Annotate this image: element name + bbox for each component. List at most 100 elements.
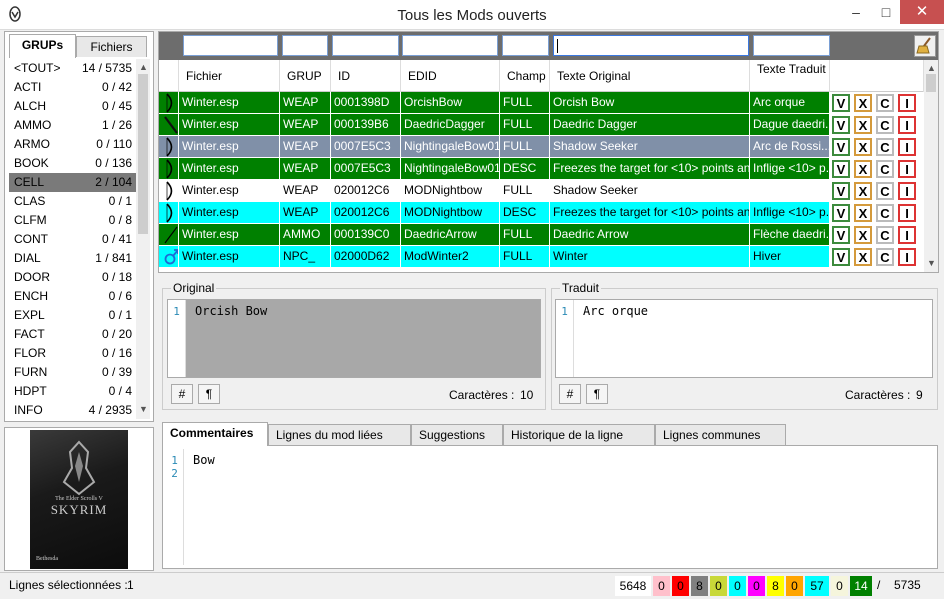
tab-suggestions[interactable]: Suggestions (411, 424, 503, 446)
filter-edid-input[interactable] (402, 35, 498, 56)
column-header[interactable]: EDID (401, 60, 500, 92)
table-row[interactable]: Winter.esp WEAP 0007E5C3 NightingaleBow01 FU… (159, 136, 924, 158)
reject-button[interactable]: X (854, 204, 872, 222)
grup-item[interactable]: ACTI 0 / 42 (9, 78, 136, 97)
copy-button[interactable]: C (876, 138, 894, 156)
tab-lignes-communes[interactable]: Lignes communes (655, 424, 786, 446)
grup-item[interactable]: HDPT 0 / 4 (9, 382, 136, 401)
ignore-button[interactable]: I (898, 204, 916, 222)
grup-item[interactable]: CELL 2 / 104 (9, 173, 136, 192)
grup-list-scrollbar[interactable]: ▲ ▼ (136, 59, 150, 419)
column-header[interactable]: Texte Traduit (750, 60, 830, 92)
tab-fichiers[interactable]: Fichiers (76, 36, 147, 57)
scroll-thumb[interactable] (138, 74, 148, 234)
scroll-up-icon[interactable]: ▲ (139, 62, 148, 72)
grup-item[interactable]: BOOK 0 / 136 (9, 154, 136, 173)
reject-button[interactable]: X (854, 226, 872, 244)
grup-item[interactable]: CONT 0 / 41 (9, 230, 136, 249)
validate-button[interactable]: V (832, 248, 850, 266)
grup-item[interactable]: AMMO 1 / 26 (9, 116, 136, 135)
grup-item[interactable]: DIAL 1 / 841 (9, 249, 136, 268)
grup-item[interactable]: FURN 0 / 39 (9, 363, 136, 382)
table-row[interactable]: Winter.esp WEAP 020012C6 MODNightbow FULL Sha… (159, 180, 924, 202)
copy-button[interactable]: C (876, 182, 894, 200)
traduit-editor[interactable]: 1 Arc orque (555, 299, 933, 378)
reject-button[interactable]: X (854, 182, 872, 200)
scroll-down-icon[interactable]: ▼ (139, 404, 148, 414)
column-header[interactable]: Fichier (179, 60, 280, 92)
ignore-button[interactable]: I (898, 94, 916, 112)
grup-item[interactable]: ARMO 0 / 110 (9, 135, 136, 154)
scroll-up-icon[interactable]: ▲ (927, 63, 936, 73)
traduit-hash-button[interactable]: # (559, 384, 581, 404)
table-row[interactable]: Winter.esp WEAP 0007E5C3 NightingaleBow01 DE… (159, 158, 924, 180)
column-header[interactable]: Texte Original (550, 60, 750, 92)
validate-button[interactable]: V (832, 138, 850, 156)
copy-button[interactable]: C (876, 160, 894, 178)
grid-scrollbar[interactable]: ▲ ▼ (924, 60, 938, 272)
clear-filters-button[interactable] (914, 35, 936, 57)
original-editor[interactable]: 1 Orcish Bow (167, 299, 541, 378)
grup-item[interactable]: CLAS 0 / 1 (9, 192, 136, 211)
tab-lignes-mod-liees[interactable]: Lignes du mod liées (268, 424, 411, 446)
grup-item[interactable]: FLOR 0 / 16 (9, 344, 136, 363)
grup-item[interactable]: CLFM 0 / 8 (9, 211, 136, 230)
grup-item[interactable]: EXPL 0 / 1 (9, 306, 136, 325)
table-row[interactable]: Winter.esp WEAP 000139B6 DaedricDagger FULL D… (159, 114, 924, 136)
ignore-button[interactable]: I (898, 182, 916, 200)
reject-button[interactable]: X (854, 94, 872, 112)
original-hash-button[interactable]: # (171, 384, 193, 404)
reject-button[interactable]: X (854, 116, 872, 134)
minimize-button[interactable]: – (842, 0, 870, 24)
reject-button[interactable]: X (854, 138, 872, 156)
scroll-thumb[interactable] (926, 74, 936, 92)
tab-commentaires[interactable]: Commentaires (162, 422, 268, 446)
grup-item[interactable]: FACT 0 / 20 (9, 325, 136, 344)
scroll-down-icon[interactable]: ▼ (927, 258, 936, 268)
tab-historique[interactable]: Historique de la ligne (503, 424, 655, 446)
cell-id: 000139C0 (331, 224, 401, 246)
filter-fichier-input[interactable] (183, 35, 278, 56)
filter-champ-input[interactable] (502, 35, 549, 56)
column-header[interactable]: GRUP (280, 60, 331, 92)
column-header[interactable]: ID (331, 60, 401, 92)
reject-button[interactable]: X (854, 160, 872, 178)
grup-item[interactable]: INFO 4 / 2935 (9, 401, 136, 419)
column-header[interactable]: Champ (500, 60, 550, 92)
maximize-button[interactable]: □ (872, 0, 900, 24)
validate-button[interactable]: V (832, 204, 850, 222)
ignore-button[interactable]: I (898, 116, 916, 134)
tab-grups[interactable]: GRUPs (9, 34, 76, 58)
comment-editor[interactable]: 12 Bow (166, 449, 934, 565)
copy-button[interactable]: C (876, 94, 894, 112)
grup-item[interactable]: ENCH 0 / 6 (9, 287, 136, 306)
validate-button[interactable]: V (832, 182, 850, 200)
filter-id-input[interactable] (332, 35, 399, 56)
copy-button[interactable]: C (876, 226, 894, 244)
validate-button[interactable]: V (832, 94, 850, 112)
table-row[interactable]: Winter.esp NPC_ 02000D62 ModWinter2 FULL Wint… (159, 246, 924, 268)
table-row[interactable]: Winter.esp AMMO 000139C0 DaedricArrow FULL Da… (159, 224, 924, 246)
filter-traduit-input[interactable] (753, 35, 830, 56)
original-pilcrow-button[interactable]: ¶ (198, 384, 220, 404)
ignore-button[interactable]: I (898, 160, 916, 178)
ignore-button[interactable]: I (898, 226, 916, 244)
copy-button[interactable]: C (876, 116, 894, 134)
copy-button[interactable]: C (876, 204, 894, 222)
validate-button[interactable]: V (832, 116, 850, 134)
traduit-pilcrow-button[interactable]: ¶ (586, 384, 608, 404)
grup-item[interactable]: ALCH 0 / 45 (9, 97, 136, 116)
ignore-button[interactable]: I (898, 138, 916, 156)
filter-grup-input[interactable] (282, 35, 328, 56)
table-row[interactable]: Winter.esp WEAP 0001398D OrcishBow FULL Orcis… (159, 92, 924, 114)
grup-item[interactable]: <TOUT> 14 / 5735 (9, 59, 136, 78)
grup-item[interactable]: DOOR 0 / 18 (9, 268, 136, 287)
validate-button[interactable]: V (832, 226, 850, 244)
close-button[interactable]: ✕ (900, 0, 944, 24)
reject-button[interactable]: X (854, 248, 872, 266)
copy-button[interactable]: C (876, 248, 894, 266)
filter-original-input[interactable] (553, 35, 749, 56)
ignore-button[interactable]: I (898, 248, 916, 266)
validate-button[interactable]: V (832, 160, 850, 178)
table-row[interactable]: Winter.esp WEAP 020012C6 MODNightbow DESC Fre… (159, 202, 924, 224)
